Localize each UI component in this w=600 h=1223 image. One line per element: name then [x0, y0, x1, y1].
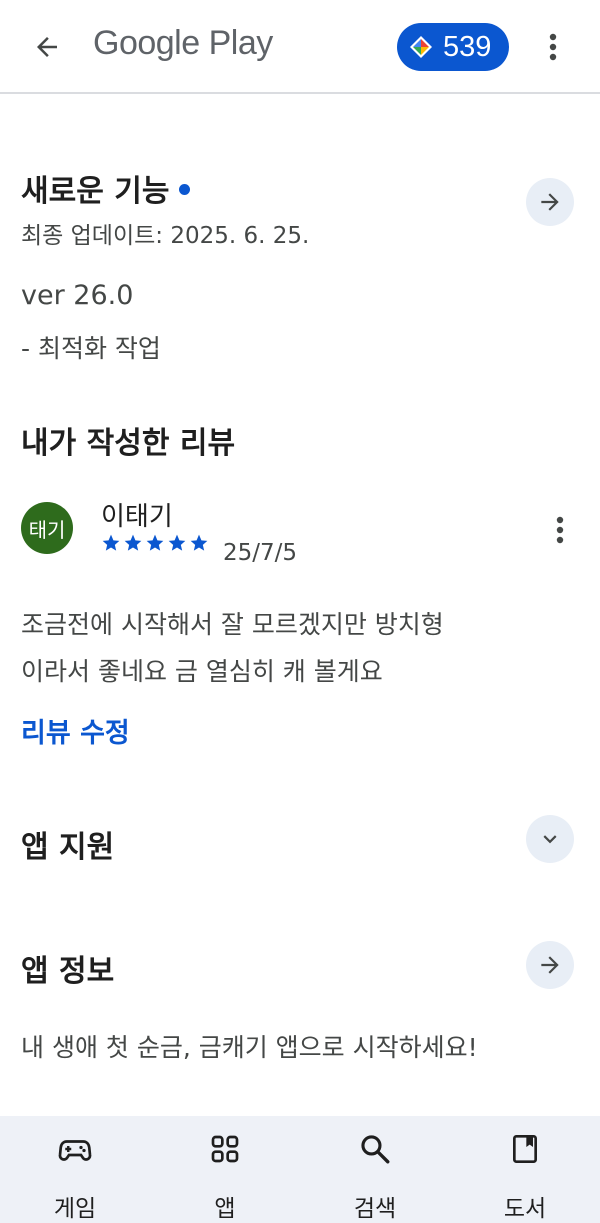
whats-new-title-text: 새로운 기능 [21, 174, 170, 209]
review-text-line-2: 이라서 좋네요 금 열심히 캐 볼게요 [21, 657, 383, 686]
more-options-button[interactable] [538, 26, 568, 68]
app-support-title: 앱 지원 [21, 830, 115, 865]
avatar: 태기 [21, 502, 73, 554]
last-updated: 최종 업데이트: 2025. 6. 25. [21, 223, 310, 249]
back-button[interactable] [26, 26, 68, 68]
nav-item-search[interactable]: 검색 [300, 1116, 450, 1223]
nav-label-search: 검색 [353, 1196, 397, 1222]
gamepad-icon [55, 1130, 95, 1167]
apps-grid-icon [205, 1130, 245, 1167]
more-vert-icon [549, 33, 557, 61]
play-points-badge[interactable]: 539 [397, 23, 509, 71]
nav-item-apps[interactable]: 앱 [150, 1116, 300, 1223]
star-icon [102, 534, 120, 551]
arrow-forward-icon [541, 193, 559, 211]
bottom-navigation: 게임 앱 검색 도서 [0, 1116, 600, 1223]
app-info-description: 내 생애 첫 순금, 금캐기 앱으로 시작하세요! [21, 1033, 478, 1062]
star-icon [168, 534, 186, 551]
nav-item-games[interactable]: 게임 [0, 1116, 150, 1223]
review-text-line-1: 조금전에 시작해서 잘 모르겠지만 방치형 [21, 610, 444, 639]
star-icon [124, 534, 142, 551]
update-note: - 최적화 작업 [21, 334, 161, 363]
google-play-brand[interactable]: Google Play [93, 24, 273, 63]
points-value: 539 [443, 30, 492, 63]
star-rating [101, 533, 209, 553]
my-review-title: 내가 작성한 리뷰 [21, 426, 236, 461]
book-icon [505, 1130, 545, 1167]
app-support-expand-button[interactable] [526, 815, 574, 863]
whats-new-arrow-button[interactable] [526, 178, 574, 226]
arrow-forward-icon [541, 956, 559, 974]
nav-item-books[interactable]: 도서 [450, 1116, 600, 1223]
star-icon [190, 534, 208, 551]
version-text: ver 26.0 [21, 280, 134, 311]
nav-label-games: 게임 [53, 1196, 97, 1222]
review-date: 25/7/5 [223, 540, 298, 566]
nav-label-apps: 앱 [214, 1196, 236, 1222]
nav-label-books: 도서 [503, 1196, 547, 1222]
app-info-title: 앱 정보 [21, 954, 115, 989]
more-vert-icon [556, 516, 564, 544]
star-icon [146, 534, 164, 551]
review-more-button[interactable] [545, 512, 575, 548]
arrow-back-icon [37, 37, 57, 57]
chevron-down-icon [543, 835, 557, 844]
app-info-arrow-button[interactable] [526, 941, 574, 989]
edit-review-link[interactable]: 리뷰 수정 [21, 711, 130, 750]
new-indicator-dot [179, 184, 191, 195]
review-author: 이태기 [101, 502, 173, 532]
whats-new-title: 새로운 기능 [21, 166, 191, 210]
search-icon [355, 1130, 395, 1167]
play-points-icon [410, 36, 432, 58]
top-app-bar: Google Play 539 [0, 0, 600, 94]
